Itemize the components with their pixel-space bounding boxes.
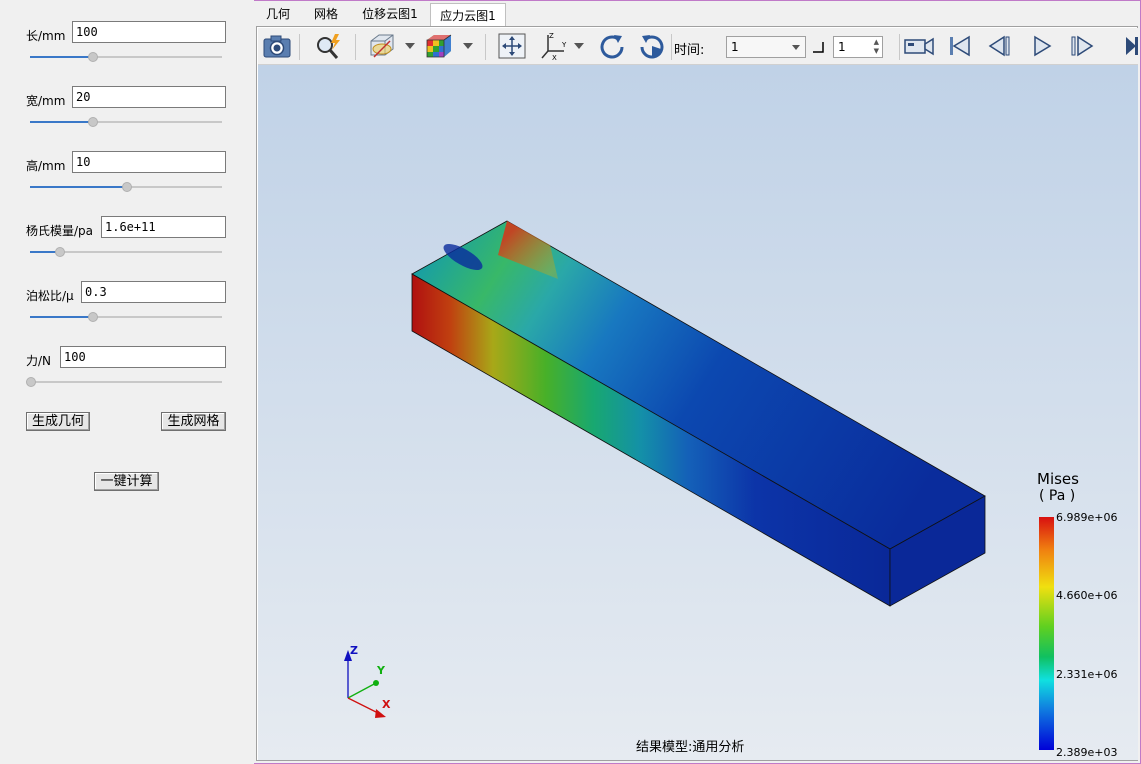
- height-input[interactable]: [72, 151, 226, 173]
- generate-mesh-button[interactable]: 生成网格: [161, 412, 226, 431]
- legend-title: Mises: [1037, 470, 1079, 488]
- tab-mesh[interactable]: 网格: [304, 2, 348, 27]
- chevron-down-icon: [792, 45, 800, 50]
- generate-geometry-button[interactable]: 生成几何: [26, 412, 90, 431]
- tab-displacement[interactable]: 位移云图1: [352, 2, 428, 27]
- fit-view-icon[interactable]: [496, 31, 528, 61]
- time-label: 时间:: [674, 43, 705, 58]
- force-slider[interactable]: [26, 376, 222, 388]
- axis-triad: [344, 650, 386, 718]
- legend-min-value: 2.389e+03: [1056, 746, 1118, 759]
- rotate-ccw-icon[interactable]: [636, 31, 668, 61]
- probe-icon[interactable]: [313, 31, 345, 61]
- youngs-modulus-slider[interactable]: [30, 246, 222, 258]
- poisson-ratio-slider[interactable]: [30, 311, 222, 323]
- width-input[interactable]: [72, 86, 226, 108]
- force-input[interactable]: [60, 346, 226, 368]
- play-icon[interactable]: [1026, 31, 1058, 61]
- length-slider[interactable]: [30, 51, 222, 63]
- legend-tick-value: 4.660e+06: [1056, 589, 1118, 602]
- result-model-label: 结果模型:通用分析: [636, 740, 745, 755]
- step-icon: [813, 42, 824, 53]
- svg-text:Y: Y: [561, 41, 567, 49]
- colormap-dropdown-icon[interactable]: [463, 43, 473, 49]
- tab-geometry[interactable]: 几何: [256, 2, 300, 27]
- toolbar-separator: [299, 34, 300, 60]
- height-slider[interactable]: [30, 181, 222, 193]
- height-label: 高/mm: [26, 159, 66, 173]
- length-label: 长/mm: [26, 29, 66, 43]
- legend-unit: ( Pa ): [1039, 488, 1076, 504]
- tab-stress[interactable]: 应力云图1: [430, 3, 506, 28]
- width-label: 宽/mm: [26, 94, 66, 108]
- spin-arrows-icon[interactable]: ▲ ▼: [874, 38, 879, 56]
- clip-plane-icon[interactable]: [365, 31, 397, 61]
- legend-max-value: 6.989e+06: [1056, 511, 1118, 524]
- youngs-modulus-input[interactable]: [101, 216, 226, 238]
- time-select-value: 1: [731, 40, 739, 54]
- legend-color-bar: [1039, 517, 1054, 750]
- axis-y-label: Y: [377, 664, 385, 677]
- svg-text:X: X: [552, 54, 557, 61]
- time-select[interactable]: 1: [726, 36, 806, 58]
- axes-dropdown-icon[interactable]: [574, 43, 584, 49]
- toolbar-separator: [671, 34, 672, 60]
- 3d-viewport[interactable]: Z Y X Mises ( Pa ) 6.989e+06 4.660e+06 2…: [258, 65, 1138, 760]
- first-frame-icon[interactable]: [943, 31, 975, 61]
- length-input[interactable]: [72, 21, 226, 43]
- result-view-panel: Z Y X 时间: 1 1 ▲ ▼ Z Y X Mises (Pa) 6.9…: [256, 26, 1138, 761]
- width-slider[interactable]: [30, 116, 222, 128]
- stress-contour-model: [344, 220, 986, 718]
- axis-z-label: Z: [350, 644, 358, 657]
- parameter-panel: 长/mm 宽/mm 高/mm 杨氏模量/pa 泊松比/μ 力/N 生成几何 生成…: [0, 0, 254, 764]
- step-spinbox[interactable]: 1 ▲ ▼: [833, 36, 883, 58]
- next-frame-icon[interactable]: [1066, 31, 1098, 61]
- clip-dropdown-icon[interactable]: [405, 43, 415, 49]
- toolbar-separator: [355, 34, 356, 60]
- color-legend: Mises ( Pa ): [1037, 470, 1137, 504]
- toolbar-separator: [899, 34, 900, 60]
- axes-icon[interactable]: Z Y X: [538, 31, 570, 61]
- legend-tick-value: 2.331e+06: [1056, 668, 1118, 681]
- poisson-ratio-label: 泊松比/μ: [26, 289, 74, 303]
- force-label: 力/N: [26, 354, 52, 368]
- camera-icon[interactable]: [261, 31, 293, 61]
- last-frame-icon[interactable]: [1120, 31, 1138, 61]
- toolbar-separator: [485, 34, 486, 60]
- svg-text:Z: Z: [549, 32, 554, 40]
- compute-button[interactable]: 一键计算: [94, 472, 159, 491]
- view-toolbar: Z Y X 时间: 1 1 ▲ ▼: [258, 28, 1138, 65]
- poisson-ratio-input[interactable]: [81, 281, 226, 303]
- axis-x-label: X: [382, 698, 391, 711]
- youngs-modulus-label: 杨氏模量/pa: [26, 224, 94, 238]
- prev-frame-icon[interactable]: [984, 31, 1016, 61]
- colormap-cube-icon[interactable]: [423, 31, 455, 61]
- rotate-cw-icon[interactable]: [596, 31, 628, 61]
- video-record-icon[interactable]: [903, 31, 935, 61]
- step-spinbox-value: 1: [838, 40, 846, 54]
